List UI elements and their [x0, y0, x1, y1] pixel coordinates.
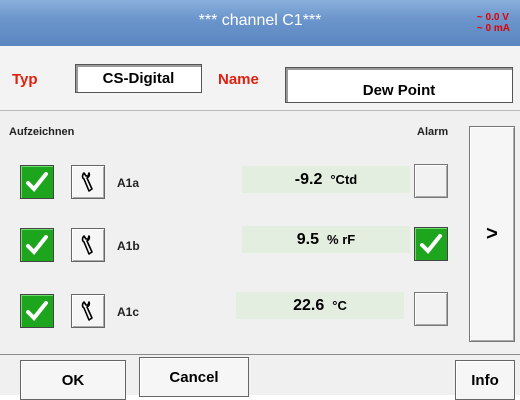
record-checkbox-a1c[interactable] — [20, 294, 54, 328]
alarm-checkbox-a1b[interactable] — [414, 227, 448, 261]
checkmark-icon — [420, 234, 442, 254]
value-box-a1c: 22.6 °C — [236, 292, 404, 319]
name-label: Name — [218, 71, 259, 88]
checkmark-icon — [26, 235, 48, 255]
type-label: Typ — [12, 71, 38, 88]
record-checkbox-a1b[interactable] — [20, 228, 54, 262]
checkmark-icon — [26, 172, 48, 192]
wrench-icon — [81, 301, 93, 321]
wrench-icon — [81, 172, 93, 192]
unit-a1a: °Ctd — [330, 172, 358, 187]
value-a1a: -9.2 — [294, 170, 323, 188]
alarm-checkbox-a1a[interactable] — [414, 164, 448, 198]
name-value: Dew Point — [362, 81, 436, 99]
wrench-icon — [81, 235, 93, 255]
row-name-a1a: A1a — [117, 176, 140, 190]
bottom-bar: OK Cancel Info — [0, 354, 520, 400]
channel-config-screen: *** channel C1*** ~ 0.0 V ~ 0 mA Typ CS-… — [0, 0, 520, 400]
unit-a1b: % rF — [327, 232, 356, 247]
record-header: Aufzeichnen — [9, 126, 75, 138]
settings-button-a1a[interactable] — [71, 165, 105, 199]
settings-button-a1c[interactable] — [71, 294, 105, 328]
settings-button-a1b[interactable] — [71, 228, 105, 262]
window-title: *** channel C1*** — [198, 12, 322, 29]
config-band: Typ CS-Digital Name Dew Point — [0, 46, 520, 110]
voltage-readout: ~ 0.0 V — [476, 12, 509, 23]
top-divider — [0, 110, 520, 111]
signal-readout: ~ 0.0 V ~ 0 mA — [477, 12, 510, 34]
ok-button[interactable]: OK — [20, 360, 126, 400]
title-bar: *** channel C1*** ~ 0.0 V ~ 0 mA — [0, 0, 520, 46]
value-box-a1a: -9.2 °Ctd — [242, 166, 410, 193]
alarm-checkbox-a1c[interactable] — [414, 292, 448, 326]
info-button[interactable]: Info — [455, 360, 515, 400]
unit-a1c: °C — [332, 298, 347, 313]
type-field[interactable]: CS-Digital — [75, 64, 202, 93]
value-box-a1b: 9.5 % rF — [242, 226, 410, 253]
cancel-button[interactable]: Cancel — [139, 357, 249, 397]
row-name-a1b: A1b — [117, 239, 140, 253]
name-field[interactable]: Dew Point — [285, 67, 513, 103]
current-readout: ~ 0 mA — [476, 23, 510, 34]
value-a1c: 22.6 — [293, 296, 325, 314]
row-name-a1c: A1c — [117, 305, 140, 319]
value-a1b: 9.5 — [296, 230, 320, 248]
record-checkbox-a1a[interactable] — [20, 165, 54, 199]
alarm-header: Alarm — [417, 126, 449, 138]
checkmark-icon — [26, 301, 48, 321]
next-page-button[interactable]: > — [469, 126, 515, 342]
